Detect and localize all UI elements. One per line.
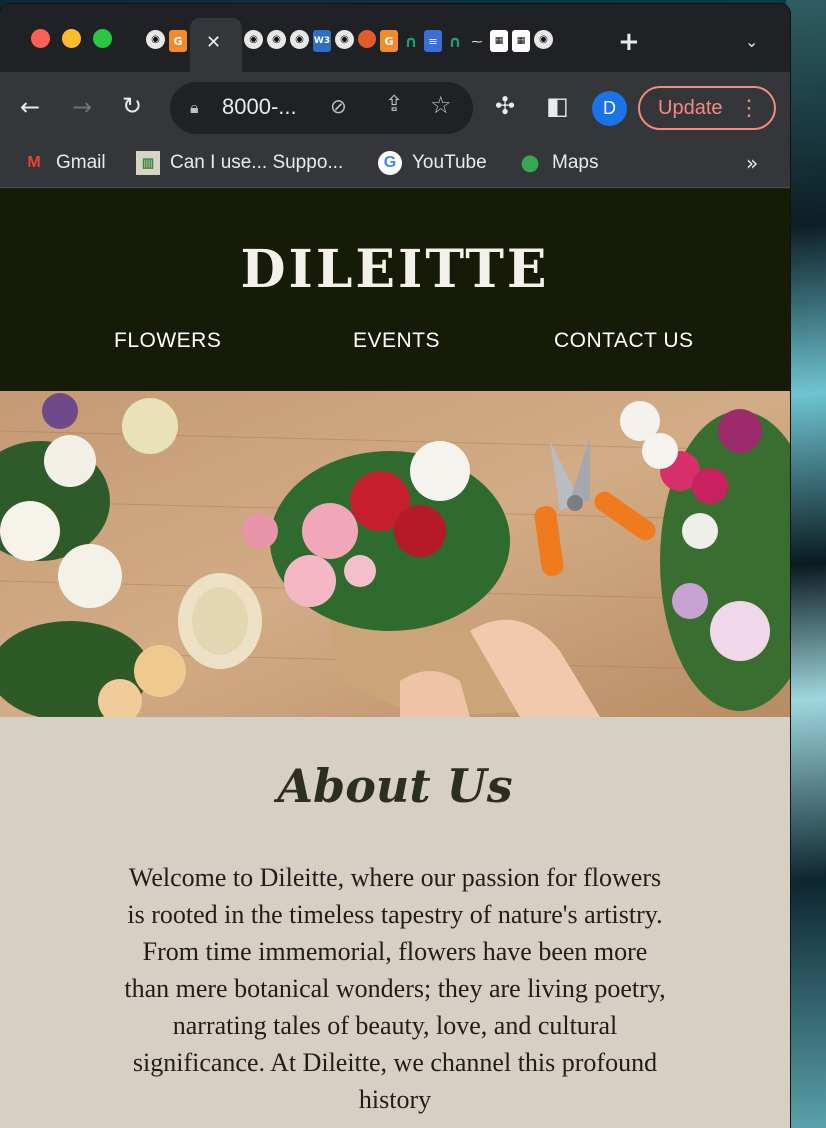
github-tab-icon[interactable]: ◉ [244, 30, 263, 49]
hero-illustration [0, 391, 790, 717]
share-icon[interactable]: ⇪ [385, 92, 403, 117]
eye-slash-icon[interactable]: ⊘ [330, 94, 347, 118]
qr-tab-icon[interactable]: ▦ [490, 30, 508, 52]
minimize-window-button[interactable] [62, 29, 81, 48]
qr-tab-icon[interactable]: ▦ [512, 30, 530, 52]
bookmark-label: Maps [552, 152, 599, 173]
forward-arrow-icon[interactable]: → [72, 95, 92, 119]
more-bookmarks-chevron-icon[interactable]: » [746, 151, 758, 175]
about-us-text: Welcome to Dileitte, where our passion f… [124, 863, 666, 1114]
tab-group-right: ◉ ◉ ◉ W3 ◉ G ∩ ≡ ∩ ⁓ ▦ ▦ ◉ [244, 30, 553, 52]
side-panel-icon[interactable]: ◧ [546, 94, 569, 118]
bookmark-label: Gmail [56, 152, 106, 173]
nav-contact-us[interactable]: CONTACT US [554, 329, 694, 353]
about-us-heading: About Us [277, 759, 513, 813]
tab-strip: ◉ G ✕ ◉ ◉ ◉ W3 ◉ G ∩ ≡ ∩ ⁓ ▦ ▦ ◉ + ⌄ [0, 4, 790, 74]
nav-events[interactable]: EVENTS [353, 329, 440, 353]
green-n-tab-icon[interactable]: ∩ [402, 30, 420, 52]
extensions-puzzle-icon[interactable]: ✣ [495, 94, 515, 118]
green-n-tab-icon[interactable]: ∩ [446, 30, 464, 52]
maximize-window-button[interactable] [93, 29, 112, 48]
new-tab-button[interactable]: + [618, 29, 640, 55]
more-menu-icon[interactable]: ⋮ [738, 88, 760, 128]
bookmarks-bar: M Gmail ▥ Can I use... Suppo... G YouTub… [0, 142, 790, 188]
blue-list-tab-icon[interactable]: ≡ [424, 30, 442, 52]
bookmark-caniuse[interactable]: ▥ Can I use... Suppo... [136, 151, 343, 175]
github-tab-icon[interactable]: ◉ [335, 30, 354, 49]
orange-tab-icon[interactable]: G [169, 30, 187, 52]
browser-toolbar: ← → ↻ 🔒︎ 8000-... ⊘ ⇪ ☆ ✣ ◧ D Update ⋮ [0, 72, 790, 142]
desktop-background [786, 0, 826, 1128]
address-bar[interactable]: 🔒︎ 8000-... ⊘ ⇪ ☆ [170, 82, 473, 134]
update-button[interactable]: Update ⋮ [638, 86, 776, 130]
close-window-button[interactable] [31, 29, 50, 48]
maps-icon: ⬤ [521, 155, 539, 172]
lock-icon[interactable]: 🔒︎ [190, 98, 199, 118]
bookmark-gmail[interactable]: M Gmail [22, 151, 106, 175]
github-tab-icon[interactable]: ◉ [534, 30, 553, 49]
w3schools-tab-icon[interactable]: W3 [313, 30, 331, 52]
web-page: DILEITTE FLOWERS EVENTS CONTACT US About… [0, 189, 790, 1128]
bookmark-maps[interactable]: ⬤ Maps [518, 151, 598, 175]
close-tab-icon[interactable]: ✕ [206, 34, 221, 52]
tab-search-chevron-icon[interactable]: ⌄ [745, 32, 758, 51]
caniuse-icon: ▥ [136, 151, 160, 175]
browser-window: ◉ G ✕ ◉ ◉ ◉ W3 ◉ G ∩ ≡ ∩ ⁓ ▦ ▦ ◉ + ⌄ ← →… [0, 4, 790, 1128]
gmail-icon: M [27, 154, 41, 171]
back-arrow-icon[interactable]: ← [20, 95, 40, 119]
site-header: DILEITTE FLOWERS EVENTS CONTACT US [0, 189, 790, 391]
update-label: Update [658, 97, 723, 119]
bookmark-star-icon[interactable]: ☆ [430, 91, 452, 119]
profile-avatar[interactable]: D [592, 91, 627, 126]
google-icon: G [378, 151, 402, 175]
red-circle-tab-icon[interactable] [358, 30, 376, 48]
hero-flowers-image [0, 391, 790, 717]
github-tab-icon[interactable]: ◉ [146, 30, 165, 49]
github-tab-icon[interactable]: ◉ [290, 30, 309, 49]
site-logo[interactable]: DILEITTE [0, 239, 790, 300]
misc-tab-icon[interactable]: ⁓ [468, 30, 486, 52]
bookmark-youtube[interactable]: G YouTube [378, 151, 487, 175]
nav-flowers[interactable]: FLOWERS [114, 329, 221, 353]
orange-tab-icon[interactable]: G [380, 30, 398, 52]
bookmark-label: Can I use... Suppo... [170, 152, 344, 173]
github-tab-icon[interactable]: ◉ [267, 30, 286, 49]
bookmark-label: YouTube [412, 152, 487, 173]
address-text[interactable]: 8000-... [222, 94, 297, 120]
tab-group-left: ◉ G [146, 30, 187, 52]
reload-icon[interactable]: ↻ [122, 94, 142, 118]
